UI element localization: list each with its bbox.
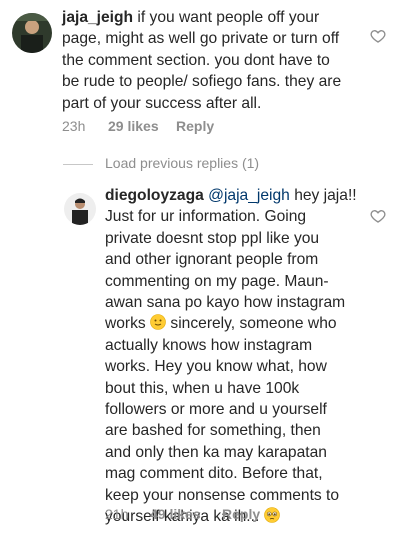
reply-text-line: works. Hey you know what, how bbox=[105, 358, 327, 376]
reply-likes[interactable]: 49 likes bbox=[150, 506, 222, 522]
reply-username[interactable]: diegoloyzaga bbox=[105, 187, 204, 204]
reply-button[interactable]: Reply bbox=[176, 118, 214, 134]
reply-text-line: are bashed for something, then bbox=[105, 422, 321, 440]
reply-text-line-with-emoji: works sincerely, someone who bbox=[105, 314, 337, 333]
comment-meta: 23h 29 likes Reply bbox=[62, 118, 214, 134]
reply-text-line: commenting on my page. Maun- bbox=[105, 272, 329, 290]
reply-text-line: private doesnt stop ppl like you bbox=[105, 229, 320, 247]
reply-mention[interactable]: @jaja_jeigh bbox=[208, 187, 290, 204]
reply-meta: 21h 49 likes Reply bbox=[105, 506, 260, 522]
reply-text-line: mag comment dito. Before that, bbox=[105, 465, 323, 483]
load-previous-replies[interactable]: Load previous replies (1) bbox=[105, 155, 259, 171]
reply-text-line: bout this, when u have 100k bbox=[105, 379, 300, 397]
reply-text-line: and only then ka may karapatan bbox=[105, 443, 327, 461]
reply-text-line: and other ignorant people from bbox=[105, 251, 319, 269]
pleading-face-emoji bbox=[263, 507, 280, 523]
reply-body: diegoloyzaga @jaja_jeigh hey jaja!! Just… bbox=[105, 185, 375, 528]
comment-time: 23h bbox=[62, 118, 86, 134]
reply-text-line: Just for ur information. Going bbox=[105, 208, 307, 226]
comment-text-line: the comment section. you dont have to bbox=[62, 51, 330, 69]
reply-button[interactable]: Reply bbox=[222, 506, 260, 522]
comment-likes[interactable]: 29 likes bbox=[108, 118, 176, 134]
avatar-image bbox=[64, 193, 96, 225]
comment-username[interactable]: jaja_jeigh bbox=[62, 9, 133, 26]
comment-body: jaja_jeigh if you want people off your p… bbox=[62, 7, 382, 114]
reply-time: 21h bbox=[105, 506, 129, 522]
comment-text-line: be rude to people/ sofiego fans. they ar… bbox=[62, 73, 342, 91]
reply-text-line: keep your nonsense comments to bbox=[105, 486, 340, 504]
avatar-image bbox=[12, 13, 52, 53]
avatar-diegoloyzaga[interactable] bbox=[64, 193, 96, 225]
avatar-jaja-jeigh[interactable] bbox=[12, 13, 52, 53]
comment-text-line: if you want people off your bbox=[133, 9, 320, 26]
reply-text-line: followers or more and u yourself bbox=[105, 401, 327, 419]
comment-text-line: part of your success after all. bbox=[62, 94, 262, 112]
heart-outline-icon[interactable] bbox=[370, 208, 386, 224]
heart-outline-icon[interactable] bbox=[370, 28, 386, 44]
replies-divider bbox=[63, 164, 93, 165]
reply-text-line: actually knows how instagram bbox=[105, 336, 313, 354]
slight-smile-emoji bbox=[150, 314, 166, 331]
comment-text-line: page, might as well go private or turn o… bbox=[62, 30, 340, 48]
reply-text-line: hey jaja!! bbox=[289, 187, 357, 204]
reply-text-line: awan sana po kayo how instagram bbox=[105, 294, 346, 312]
